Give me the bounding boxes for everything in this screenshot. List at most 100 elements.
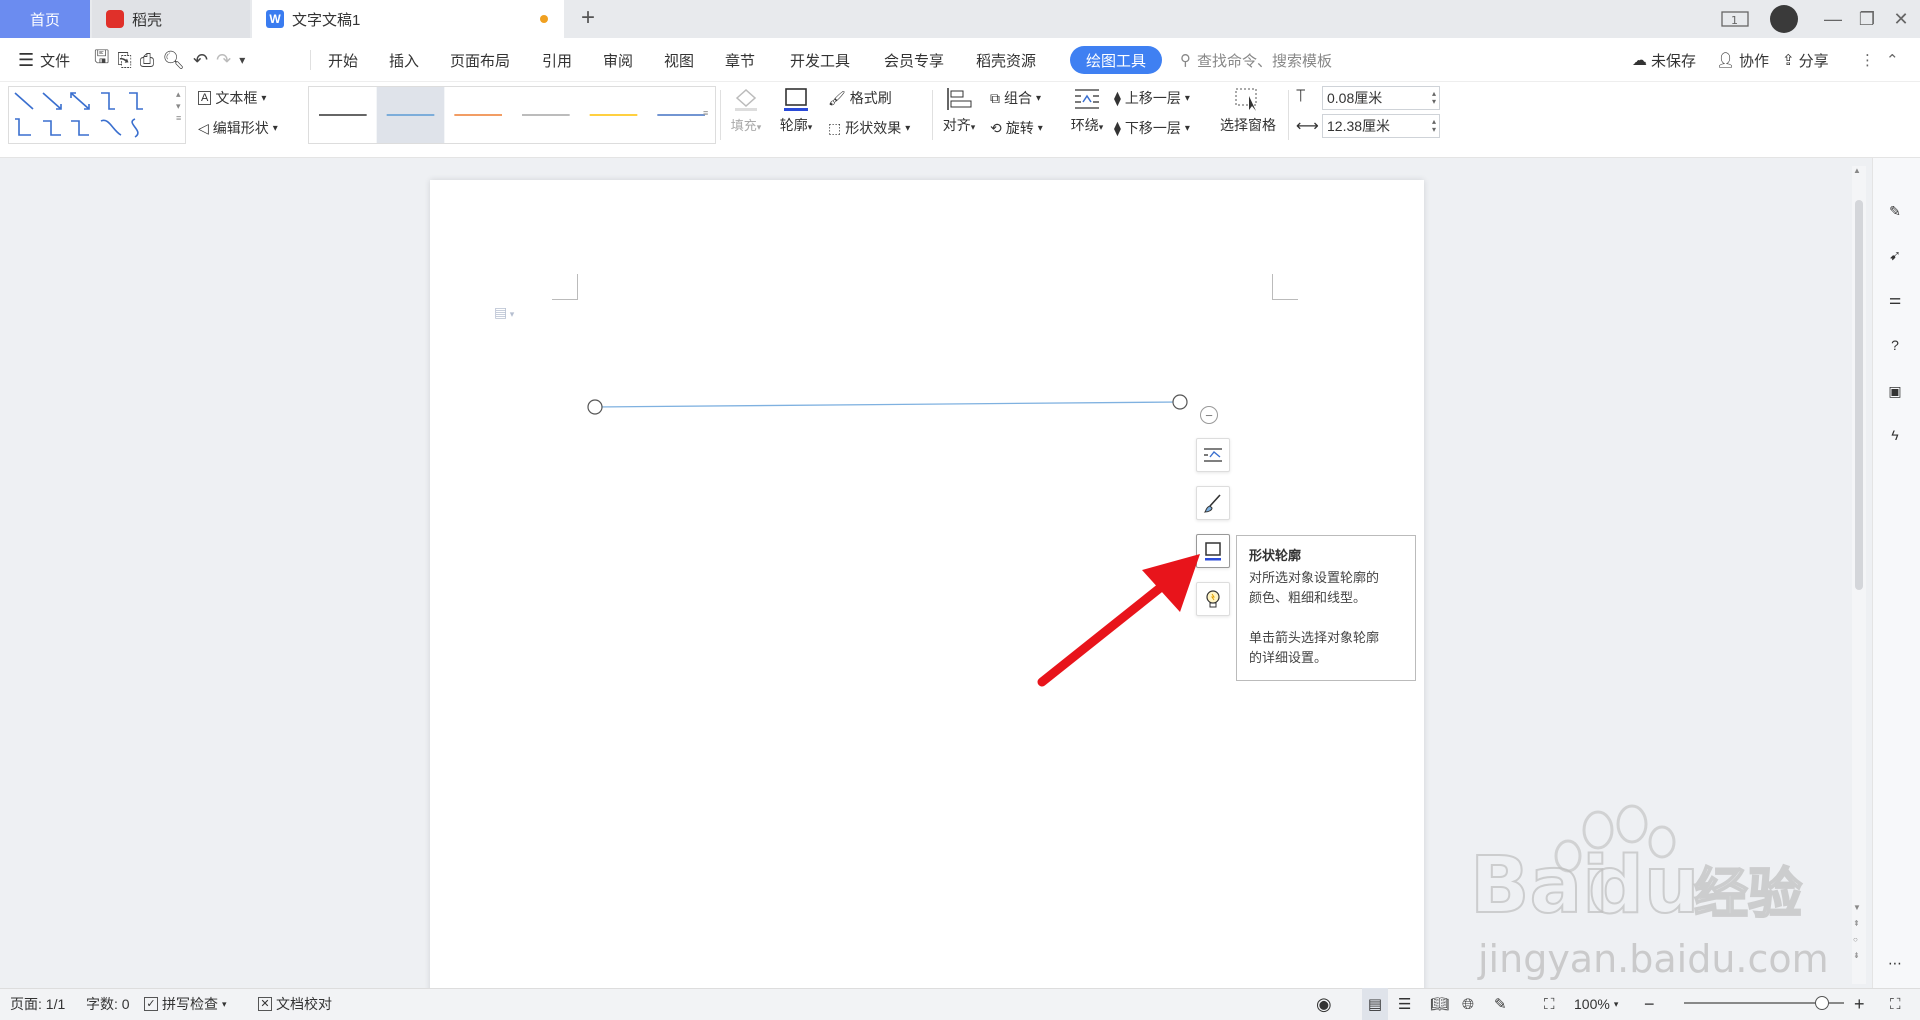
menu-tab-view[interactable]: 视图 xyxy=(664,38,694,82)
outline-view-icon[interactable]: ☰ xyxy=(1398,988,1411,1020)
eye-protection-icon[interactable]: ◉ xyxy=(1316,988,1332,1020)
undo-icon[interactable]: ↶ xyxy=(193,50,208,71)
command-search[interactable]: ⚲ 查找命令、搜索模板 xyxy=(1180,38,1332,82)
more-options-icon[interactable]: ⋮ xyxy=(1860,38,1875,82)
shape-height-input[interactable]: 0.08厘米 ▴ ▾ xyxy=(1322,86,1440,110)
adjust-sliders-icon[interactable]: ⚌ xyxy=(1880,284,1910,314)
fit-page-icon[interactable]: ⛶ xyxy=(1544,988,1555,1020)
align-icon xyxy=(947,88,972,110)
page-nav-icons[interactable]: ▼ ⇞ ○ ⇟ xyxy=(1853,900,1861,964)
shape-fill-quick-button[interactable] xyxy=(1196,486,1230,520)
tab-document[interactable]: W 文字文稿1 xyxy=(252,0,564,38)
menu-tab-layout[interactable]: 页面布局 xyxy=(450,38,510,82)
more-dots-icon[interactable]: ⋯ xyxy=(1880,948,1910,978)
menu-tab-label: 章节 xyxy=(725,52,756,70)
collapse-toolbar-icon[interactable]: − xyxy=(1200,406,1218,424)
edit-pen-icon[interactable]: ✎ xyxy=(1880,196,1910,226)
menu-tab-references[interactable]: 引用 xyxy=(542,38,572,82)
reading-view-icon[interactable]: 📖︎ xyxy=(1430,988,1449,1020)
edit-shape-button[interactable]: ◁ 编辑形状 ▾ xyxy=(198,118,278,138)
shape-effect-button[interactable]: ⬚ 形状效果 ▾ xyxy=(828,118,910,138)
tab-daoke[interactable]: 稻壳 xyxy=(92,0,250,38)
fill-label: 填充 xyxy=(730,118,757,133)
file-menu[interactable]: ☰ 文件 xyxy=(18,38,70,82)
send-backward-label: 下移一层 xyxy=(1124,120,1181,136)
image-settings-icon[interactable]: ▣ xyxy=(1880,376,1910,406)
print-icon[interactable]: ⎙ xyxy=(140,50,154,71)
customize-dropdown-icon[interactable]: ▾ xyxy=(239,53,245,67)
gallery-scroll-icon[interactable]: ▴ ▾ ≡ xyxy=(176,88,181,124)
lightning-icon[interactable]: ϟ xyxy=(1880,420,1910,450)
bring-forward-button[interactable]: ⧫ 上移一层 ▾ xyxy=(1114,88,1190,108)
zoom-in-button[interactable]: + xyxy=(1854,988,1865,1020)
menu-tab-label: 视图 xyxy=(664,52,695,70)
user-avatar[interactable] xyxy=(1770,5,1798,33)
shape-width-input[interactable]: 12.38厘米 ▴ ▾ xyxy=(1322,114,1440,138)
doc-proofread-button[interactable]: ✕ 文档校对 xyxy=(258,988,332,1020)
page-view-icon[interactable]: ▤ xyxy=(1362,988,1388,1020)
selected-line-shape[interactable] xyxy=(580,392,1190,422)
gallery-more-icon[interactable]: ≡ xyxy=(703,108,708,118)
page-count[interactable]: 页面: 1/1 xyxy=(10,988,65,1020)
menu-tab-label: 绘图工具 xyxy=(1086,52,1147,70)
minimize-button[interactable]: — xyxy=(1818,6,1848,32)
share-button[interactable]: ⇪ 分享 xyxy=(1782,38,1829,82)
edit-shape-label: 编辑形状 xyxy=(212,120,269,136)
new-tab-button[interactable]: + xyxy=(575,6,601,32)
menu-tab-drawing-tools[interactable]: 绘图工具 xyxy=(1070,46,1163,74)
restore-button[interactable]: ❐ xyxy=(1852,6,1882,32)
word-count[interactable]: 字数: 0 xyxy=(86,988,130,1020)
paste-options-icon[interactable]: ▤ ▾ xyxy=(494,304,514,321)
format-painter-button[interactable]: 🖌︎ 格式刷 xyxy=(828,88,892,108)
menu-tab-start[interactable]: 开始 xyxy=(328,38,358,82)
help-icon[interactable]: ? xyxy=(1880,330,1910,360)
spell-check-button[interactable]: ✓ 拼写检查 ▾ xyxy=(144,988,227,1020)
tab-home[interactable]: 首页 xyxy=(0,0,90,38)
line-shapes-gallery[interactable] xyxy=(8,86,186,144)
export-pdf-icon[interactable]: ⎘ xyxy=(117,50,131,71)
tab-document-label: 文字文稿1 xyxy=(292,11,361,29)
stepper-icon[interactable]: ▴ ▾ xyxy=(1432,90,1439,106)
zoom-out-button[interactable]: − xyxy=(1644,988,1655,1020)
redo-icon[interactable]: ↷ xyxy=(216,50,231,71)
fullscreen-icon[interactable]: ⛶ xyxy=(1890,988,1901,1020)
fill-button[interactable]: 填充▾ xyxy=(728,86,764,134)
write-view-icon[interactable]: ✎ xyxy=(1494,988,1507,1020)
wrap-button[interactable]: 环绕▾ xyxy=(1066,86,1108,135)
fill-bucket-icon xyxy=(735,88,757,111)
print-preview-icon[interactable]: 🔍︎ xyxy=(162,50,185,71)
outline-button[interactable]: 轮廓▾ xyxy=(774,86,818,135)
menu-tab-daoke-resources[interactable]: 稻壳资源 xyxy=(976,38,1036,82)
align-label: 对齐 xyxy=(942,117,971,133)
collab-button[interactable]: 👤︎ 协作 xyxy=(1716,38,1769,82)
rotate-button[interactable]: ⟲ 旋转 ▾ xyxy=(990,118,1043,138)
menu-tab-member[interactable]: 会员专享 xyxy=(884,38,944,82)
send-backward-button[interactable]: ⧫ 下移一层 ▾ xyxy=(1114,118,1190,138)
menu-tab-label: 页面布局 xyxy=(450,52,511,70)
scroll-up-icon[interactable]: ▲ xyxy=(1853,166,1861,175)
group-button[interactable]: ⧉ 组合 ▾ xyxy=(990,88,1041,108)
shape-height-value: 0.08厘米 xyxy=(1327,90,1383,106)
scrollbar-thumb[interactable] xyxy=(1855,200,1863,590)
textbox-button[interactable]: A 文本框 ▾ xyxy=(198,88,266,108)
layout-options-button[interactable] xyxy=(1196,438,1230,472)
zoom-level-dropdown[interactable]: 100% ▾ xyxy=(1574,988,1618,1020)
svg-text:经验: 经验 xyxy=(1694,862,1802,925)
rotate-label: 旋转 xyxy=(1005,120,1034,136)
menu-tab-review[interactable]: 审阅 xyxy=(603,38,633,82)
layout-switch-icon[interactable]: 1 xyxy=(1720,6,1750,32)
menu-tab-insert[interactable]: 插入 xyxy=(389,38,419,82)
menu-tab-developer[interactable]: 开发工具 xyxy=(790,38,850,82)
line-style-gallery[interactable] xyxy=(308,86,716,144)
stepper-icon[interactable]: ▴ ▾ xyxy=(1432,118,1439,134)
cursor-select-icon[interactable]: ➹ xyxy=(1880,240,1910,270)
align-button[interactable]: 对齐▾ xyxy=(938,86,980,135)
close-button[interactable]: ✕ xyxy=(1886,6,1916,32)
save-icon[interactable]: 🖫 xyxy=(94,45,109,75)
web-view-icon[interactable]: 🌐︎ xyxy=(1462,988,1474,1020)
collapse-ribbon-icon[interactable]: ⌃ xyxy=(1886,38,1899,82)
menu-tab-chapter[interactable]: 章节 xyxy=(725,38,755,82)
selection-pane-button[interactable]: 选择窗格 xyxy=(1216,86,1280,135)
unsaved-status[interactable]: ☁ 未保存 xyxy=(1632,38,1696,82)
zoom-slider-thumb[interactable] xyxy=(1814,996,1829,1010)
